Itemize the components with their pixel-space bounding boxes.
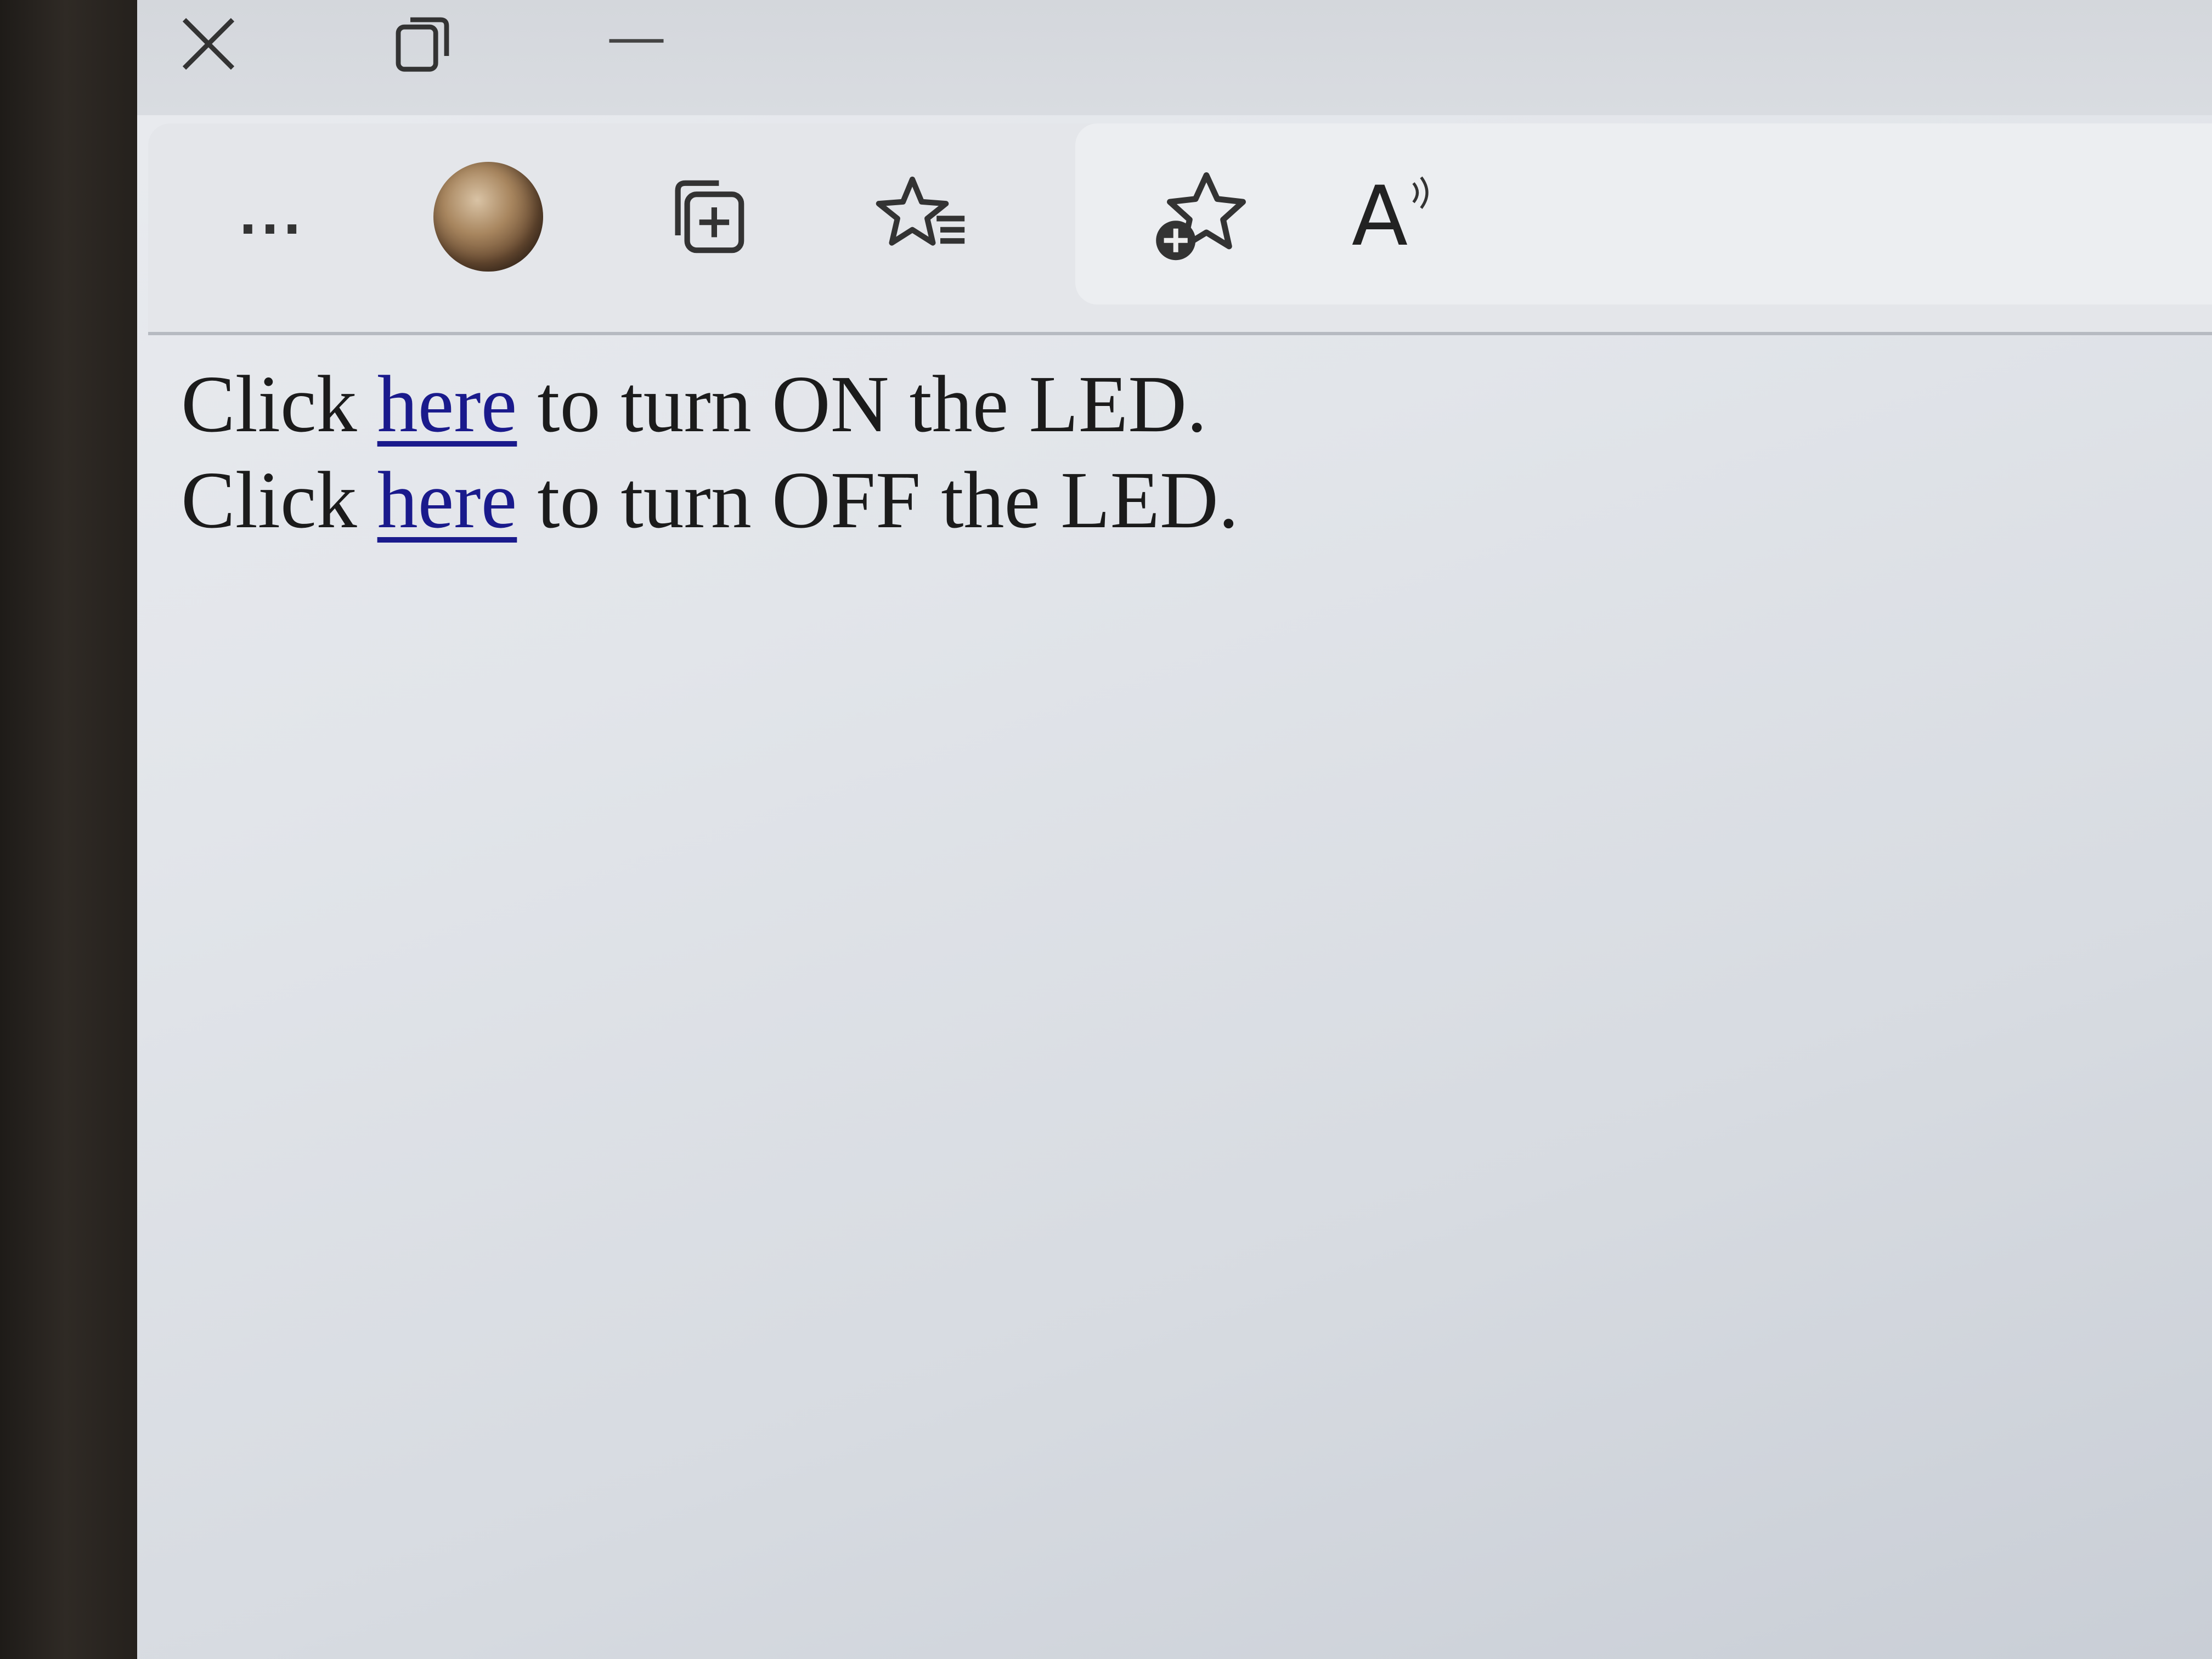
led-off-line: Click here to turn OFF the LED. [181, 453, 1239, 549]
restore-window-button[interactable] [351, 0, 494, 88]
close-window-button[interactable] [137, 0, 280, 88]
add-to-favorites-button[interactable] [1141, 156, 1262, 277]
title-bar [137, 0, 2212, 115]
more-options-button[interactable]: ... [211, 156, 332, 277]
browser-toolbar: ... A [148, 123, 2212, 335]
browser-window: ... A Click here to turn ON the LED. Cli… [137, 0, 2212, 1659]
read-aloud-button[interactable]: A [1339, 156, 1459, 277]
favorites-list-icon [876, 176, 965, 246]
led-on-line: Click here to turn ON the LED. [181, 357, 1239, 453]
led-off-suffix: to turn OFF the LED. [517, 455, 1239, 545]
sound-waves-icon [1412, 176, 1429, 209]
restore-icon [396, 17, 449, 72]
more-icon: ... [238, 188, 305, 246]
avatar [433, 162, 543, 272]
profile-button[interactable] [428, 156, 549, 277]
collections-add-icon [675, 180, 744, 253]
close-icon [182, 18, 235, 70]
led-off-prefix: Click [181, 455, 377, 545]
led-on-prefix: Click [181, 359, 377, 449]
favorites-button[interactable] [861, 156, 982, 277]
page-content: Click here to turn ON the LED. Click her… [181, 357, 1239, 549]
read-aloud-icon: A [1351, 169, 1408, 264]
minimize-icon [609, 39, 664, 43]
led-on-link[interactable]: here [377, 359, 517, 449]
led-off-link[interactable]: here [377, 455, 517, 545]
led-on-suffix: to turn ON the LED. [517, 359, 1207, 449]
minimize-window-button[interactable] [565, 0, 708, 88]
add-favorite-icon [1156, 172, 1246, 261]
collections-button[interactable] [647, 156, 768, 277]
